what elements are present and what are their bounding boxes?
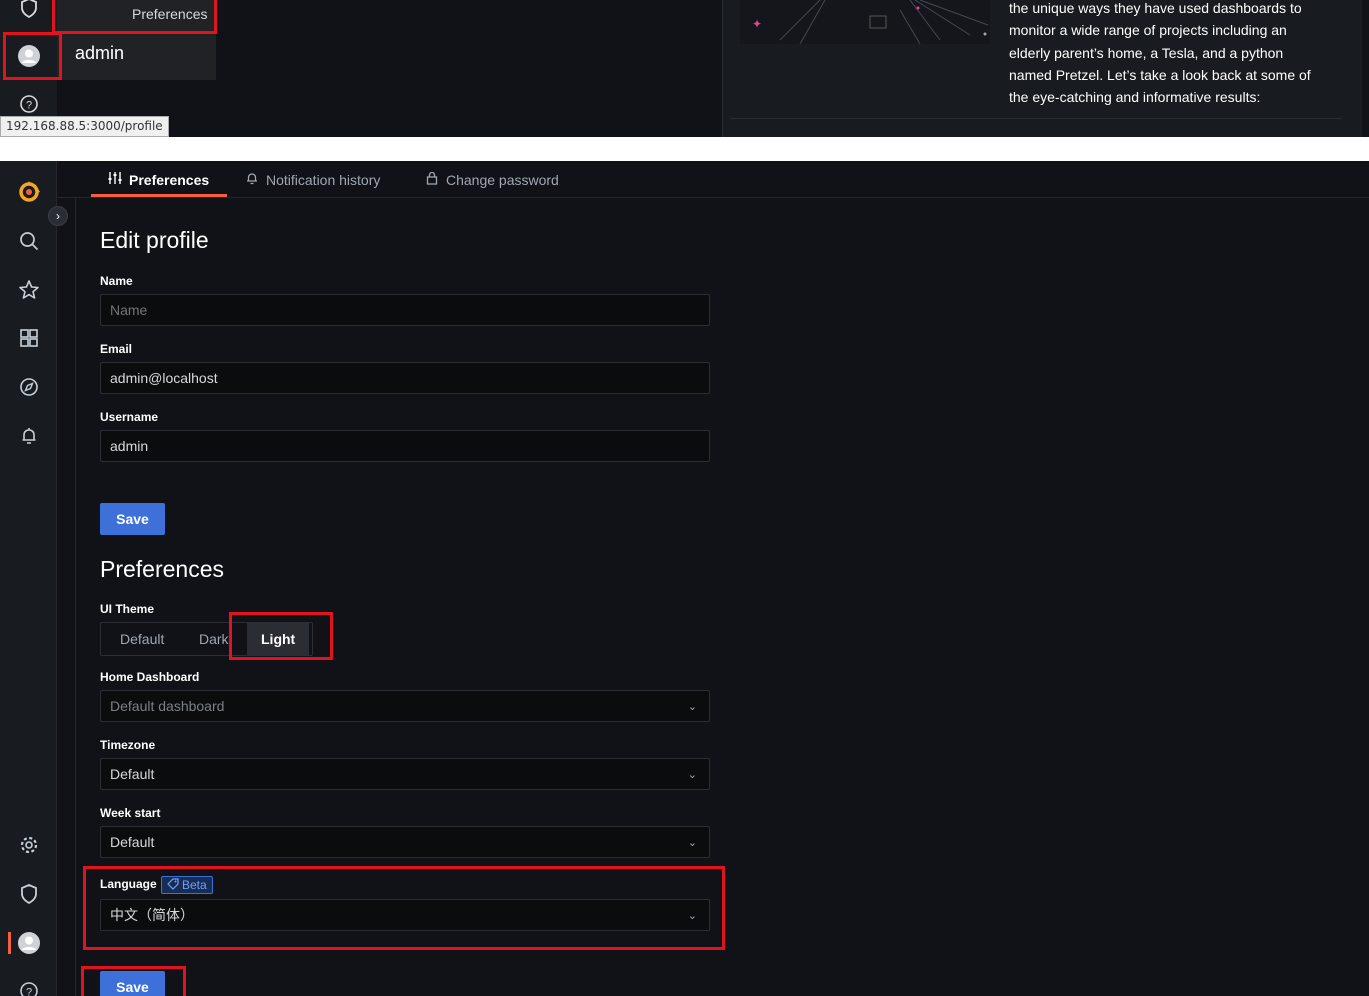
- select-value: Default: [110, 834, 155, 850]
- email-label: Email: [100, 342, 133, 356]
- svg-text:?: ?: [26, 100, 32, 112]
- separator-gap: [0, 137, 1369, 161]
- save-profile-button[interactable]: Save: [100, 503, 165, 535]
- week-start-select[interactable]: Default ⌄: [100, 826, 710, 858]
- edit-profile-title: Edit profile: [100, 227, 209, 253]
- news-text-line: named Pretzel. Let’s take a look back at…: [1009, 67, 1311, 83]
- bell-icon: [245, 171, 259, 188]
- tab-notification-history[interactable]: Notification history: [245, 171, 380, 188]
- ui-theme-label: UI Theme: [100, 602, 155, 616]
- star-icon[interactable]: [17, 278, 41, 302]
- profile-page: ? › Preferences Notification history Cha…: [0, 161, 1369, 996]
- timezone-select[interactable]: Default ⌄: [100, 758, 710, 790]
- menu-user-name: admin: [75, 43, 125, 63]
- tab-preferences[interactable]: Preferences: [108, 171, 209, 188]
- select-value: Default: [110, 766, 155, 782]
- highlight-box: [229, 612, 333, 660]
- svg-text:?: ?: [26, 987, 32, 996]
- shield-icon[interactable]: [17, 0, 41, 20]
- lock-icon: [425, 171, 439, 188]
- email-field[interactable]: admin@localhost: [100, 362, 710, 394]
- highlight-box: [81, 966, 186, 996]
- chevron-down-icon: ⌄: [687, 701, 697, 713]
- chevron-down-icon: ⌄: [687, 837, 697, 849]
- explore-icon[interactable]: [17, 375, 41, 399]
- active-indicator: [8, 932, 11, 954]
- username-field[interactable]: admin: [100, 430, 710, 462]
- tab-label: Preferences: [129, 171, 210, 188]
- tab-label: Change password: [446, 171, 559, 188]
- shield-icon[interactable]: [17, 882, 41, 906]
- top-screenshot: ? Preferences admin ✦ the unique ways th…: [0, 0, 1369, 137]
- expand-sidebar-button[interactable]: ›: [48, 206, 68, 226]
- highlight-box: [52, 0, 217, 34]
- sidebar: ?: [0, 161, 57, 996]
- timezone-label: Timezone: [100, 738, 156, 752]
- gear-icon[interactable]: [17, 833, 41, 857]
- chevron-right-icon: ›: [56, 209, 60, 223]
- select-value: Default dashboard: [110, 698, 225, 714]
- news-illustration: ✦: [740, 0, 990, 45]
- dashboards-icon[interactable]: [17, 326, 41, 350]
- status-bar-url: 192.168.88.5:3000/profile: [0, 116, 169, 137]
- news-text-line: monitor a wide range of projects includi…: [1009, 22, 1287, 38]
- news-text-line: the eye-catching and informative results…: [1009, 89, 1261, 105]
- tab-change-password[interactable]: Change password: [425, 171, 559, 188]
- home-dashboard-select[interactable]: Default dashboard ⌄: [100, 690, 710, 722]
- news-text-line: the unique ways they have used dashboard…: [1009, 0, 1302, 16]
- sliders-icon: [108, 171, 122, 188]
- tab-label: Notification history: [266, 171, 381, 188]
- alerting-bell-icon[interactable]: [17, 424, 41, 448]
- highlight-box: [3, 32, 62, 80]
- name-label: Name: [100, 274, 133, 288]
- highlight-box: [83, 866, 725, 950]
- week-start-label: Week start: [100, 806, 161, 820]
- help-icon[interactable]: ?: [17, 92, 41, 116]
- theme-option-default[interactable]: Default: [120, 623, 164, 655]
- svg-text:✦: ✦: [752, 17, 762, 31]
- news-text-line: elderly parent’s home, a Tesla, and a py…: [1009, 45, 1284, 61]
- search-icon[interactable]: [17, 229, 41, 253]
- help-icon[interactable]: ?: [17, 979, 41, 996]
- avatar[interactable]: [17, 931, 41, 955]
- name-input[interactable]: [100, 294, 710, 326]
- home-dashboard-label: Home Dashboard: [100, 670, 200, 684]
- preferences-title: Preferences: [100, 556, 225, 582]
- theme-option-dark[interactable]: Dark: [199, 623, 229, 655]
- divider: [730, 118, 1342, 119]
- username-label: Username: [100, 410, 159, 424]
- active-tab-underline: [91, 194, 227, 197]
- grafana-logo-icon[interactable]: [17, 180, 41, 204]
- chevron-down-icon: ⌄: [687, 769, 697, 781]
